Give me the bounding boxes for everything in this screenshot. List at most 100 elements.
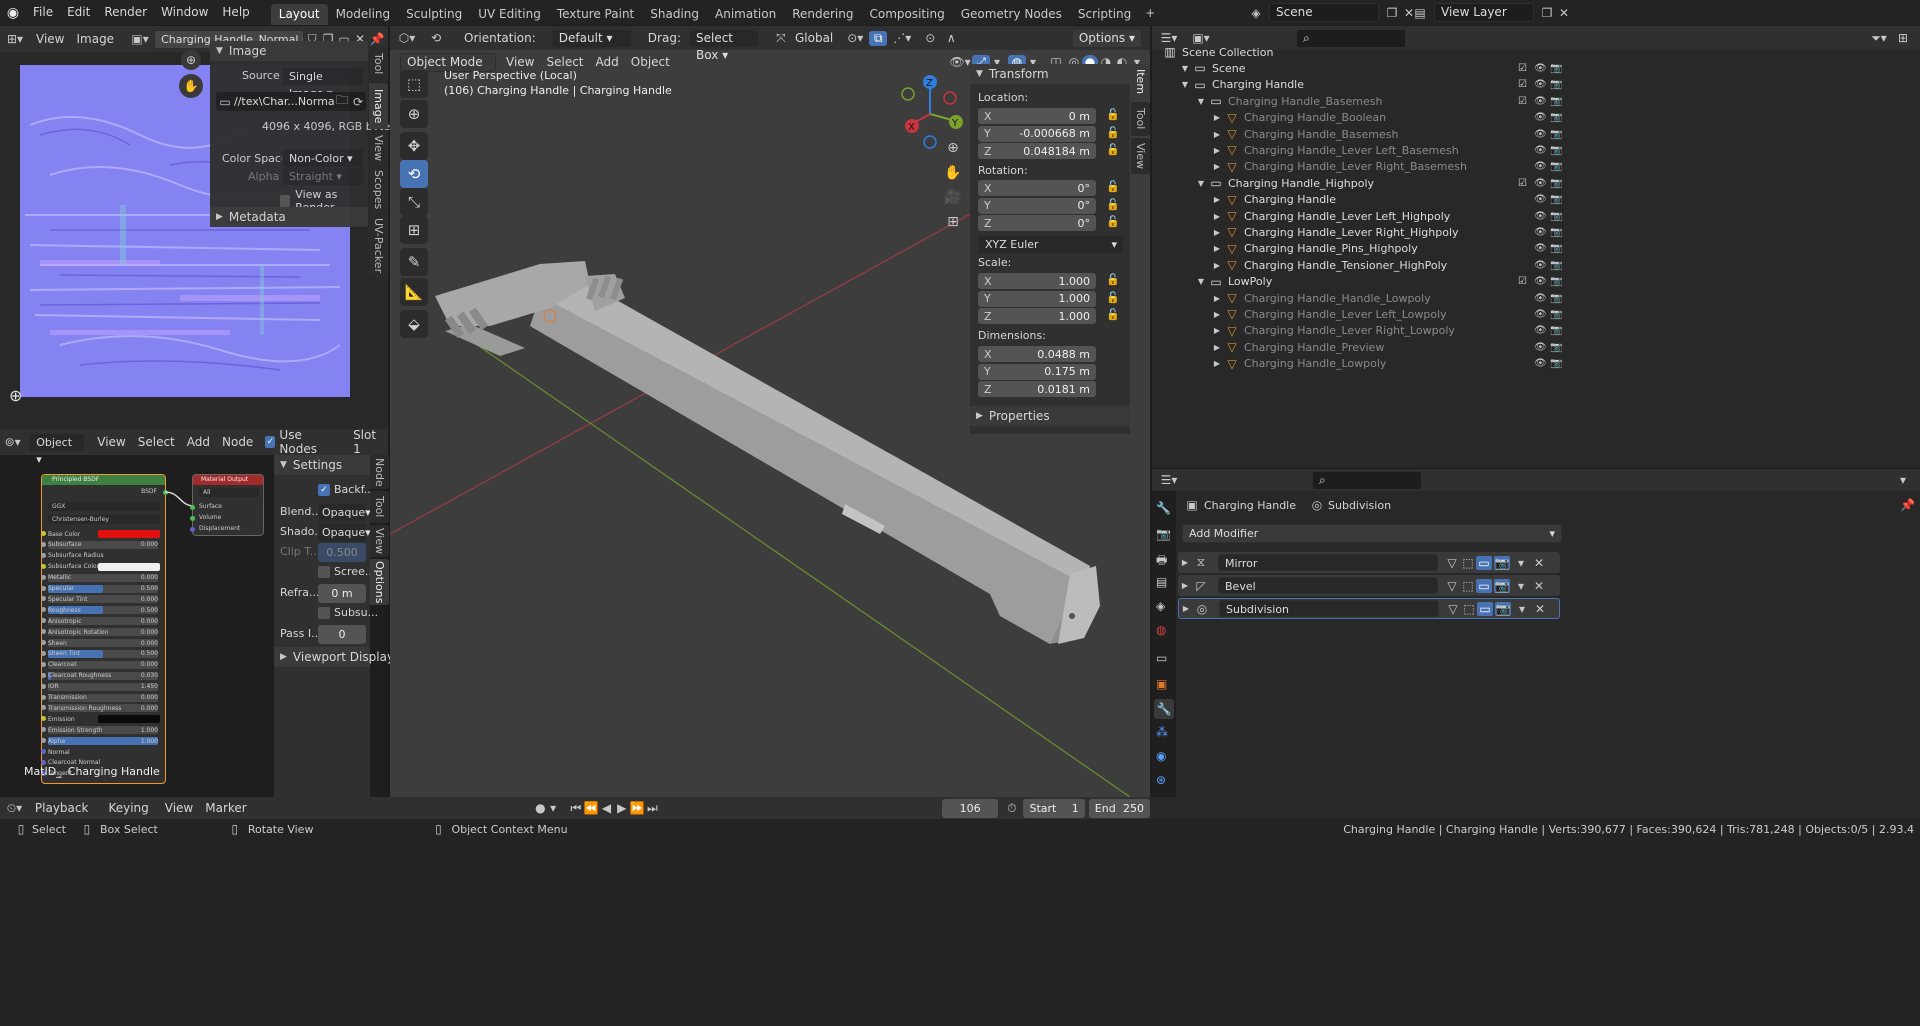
input-color-swatch[interactable] xyxy=(98,562,160,571)
expand-toggle-icon[interactable]: ▶ xyxy=(1210,310,1224,319)
output-tab-icon[interactable]: 🖶 xyxy=(1156,551,1167,572)
copy-scene-icon[interactable]: ❐ xyxy=(1383,6,1401,20)
visibility-eye-icon[interactable]: 👁 xyxy=(1534,227,1547,238)
bsdf-input-row[interactable]: Emission xyxy=(41,714,162,724)
visibility-eye-icon[interactable]: 👁 xyxy=(1534,260,1547,271)
visibility-eye-icon[interactable]: 👁 xyxy=(1534,96,1547,107)
tl-menu-view[interactable]: View xyxy=(159,801,199,815)
autokey-menu-icon[interactable]: ▾ xyxy=(548,801,558,815)
node-type-dropdown[interactable]: Object ▾ xyxy=(29,432,86,466)
input-socket[interactable] xyxy=(41,585,46,591)
expand-toggle-icon[interactable]: ▶ xyxy=(1210,146,1224,155)
input-socket[interactable] xyxy=(41,705,46,711)
rotation-mode-dropdown[interactable]: XYZ Euler ▾ xyxy=(978,235,1124,254)
ne-tab-node[interactable]: Node xyxy=(370,455,389,489)
ie-tab-scopes[interactable]: Scopes xyxy=(369,167,388,213)
input-socket[interactable] xyxy=(41,640,46,645)
workspace-tab-animation[interactable]: Animation xyxy=(707,4,784,25)
transform-field-z[interactable]: Z 0° xyxy=(978,215,1096,231)
bsdf-input-row[interactable]: Subsurface 0.000 xyxy=(41,540,162,550)
add-workspace-icon[interactable]: + xyxy=(1145,6,1155,20)
properties-pin-icon[interactable]: 📌 xyxy=(1900,498,1915,512)
ne-tab-options[interactable]: Options xyxy=(370,559,389,605)
current-frame-field[interactable]: 106 xyxy=(942,798,999,818)
input-socket[interactable] xyxy=(41,650,46,656)
reload-icon[interactable]: ⟳ xyxy=(350,95,366,109)
visibility-eye-icon[interactable]: 👁 xyxy=(1534,112,1547,123)
exclude-checkbox-icon[interactable]: ☑ xyxy=(1518,63,1527,74)
input-color-swatch[interactable] xyxy=(98,530,160,538)
bsdf-input-row[interactable]: Transmission Roughness 0.000 xyxy=(41,703,162,713)
view-layer-icon[interactable]: ▤ xyxy=(1410,6,1430,20)
modifier-expand-icon[interactable]: ▶ xyxy=(1178,558,1192,567)
lock-icon[interactable]: 🔓 xyxy=(1106,198,1120,211)
expand-toggle-icon[interactable]: ▼ xyxy=(1194,179,1208,188)
pin-icon[interactable]: 📌 xyxy=(368,32,386,46)
bsdf-input-row[interactable]: IOR 1.450 xyxy=(41,682,162,692)
render-camera-icon[interactable]: 📷 xyxy=(1550,325,1562,336)
modifier-menu-icon[interactable]: ▾ xyxy=(1514,579,1528,593)
ne-menu-view[interactable]: View xyxy=(91,435,131,449)
ie-menu-view[interactable]: View xyxy=(30,32,70,46)
ne-menu-select[interactable]: Select xyxy=(132,435,181,449)
timeline-editor-type-icon[interactable]: ⏲▾ xyxy=(0,801,29,816)
screen-row[interactable]: Scree... xyxy=(318,565,375,578)
edit-mode-toggle-icon[interactable]: ▽ xyxy=(1444,579,1460,593)
transform-field-x[interactable]: X 1.000 xyxy=(978,273,1096,289)
edit-mode-toggle-icon[interactable]: ▽ xyxy=(1445,602,1461,616)
modifier-name-field[interactable]: Bevel xyxy=(1218,577,1438,594)
ie-tab-image[interactable]: Image xyxy=(369,83,388,129)
lock-icon[interactable]: 🔓 xyxy=(1106,180,1120,193)
transform-field-z[interactable]: Z 1.000 xyxy=(978,308,1096,324)
render-camera-icon[interactable]: 📷 xyxy=(1550,260,1562,271)
bsdf-input-row[interactable]: Clearcoat 0.000 xyxy=(41,660,162,670)
bsdf-input-row[interactable]: Metallic 0.000 xyxy=(41,573,162,583)
tool-tab-icon[interactable]: 🔧 xyxy=(1156,501,1171,515)
input-socket[interactable] xyxy=(41,694,46,700)
visibility-eye-icon[interactable]: 👁 xyxy=(1534,325,1547,336)
start-frame-field[interactable]: Start 1 xyxy=(1023,798,1085,818)
use-nodes-checkbox[interactable]: ✓ xyxy=(265,436,276,448)
modifier-expand-icon[interactable]: ▶ xyxy=(1179,604,1193,613)
expand-toggle-icon[interactable]: ▶ xyxy=(1210,244,1224,253)
copy-layer-icon[interactable]: ❐ xyxy=(1538,6,1556,20)
render-camera-icon[interactable]: 📷 xyxy=(1550,194,1562,205)
object-tab-icon[interactable]: ▣ xyxy=(1156,677,1167,691)
folder-icon[interactable]: 🗀 xyxy=(334,91,350,112)
render-camera-icon[interactable]: 📷 xyxy=(1550,293,1562,304)
modifier-name-field[interactable]: Mirror xyxy=(1218,554,1438,571)
menu-window[interactable]: Window xyxy=(154,0,215,25)
preview-range-icon[interactable]: ⏱ xyxy=(1004,801,1019,816)
expand-toggle-icon[interactable]: ▶ xyxy=(1210,359,1224,368)
input-socket[interactable] xyxy=(41,683,46,689)
clip-threshold-field[interactable]: 0.500 xyxy=(318,543,366,562)
menu-file[interactable]: File xyxy=(26,0,60,25)
expand-toggle-icon[interactable]: ▶ xyxy=(1210,130,1224,139)
exclude-checkbox-icon[interactable]: ☑ xyxy=(1518,96,1527,107)
render-toggle-icon[interactable]: 📷 xyxy=(1494,555,1510,570)
visibility-eye-icon[interactable]: 👁 xyxy=(1534,145,1547,156)
workspace-tab-rendering[interactable]: Rendering xyxy=(784,4,861,25)
lock-icon[interactable]: 🔓 xyxy=(1106,143,1120,156)
settings-header[interactable]: ▼ Settings xyxy=(274,455,370,475)
modifier-mirror[interactable]: ▶ ⧖ Mirror ▽ ⬚ ▭ 📷 ▾ ✕ xyxy=(1178,552,1560,573)
workspace-tab-sculpting[interactable]: Sculpting xyxy=(398,4,470,25)
perspective-toggle-icon[interactable]: ⊞ xyxy=(943,212,963,232)
ne-menu-node[interactable]: Node xyxy=(216,435,259,449)
view-layer-field[interactable]: View Layer xyxy=(1434,3,1534,22)
cage-toggle-icon[interactable]: ⬚ xyxy=(1461,602,1477,616)
visibility-eye-icon[interactable]: 👁 xyxy=(1534,79,1547,90)
modifier-tab-icon[interactable]: 🔧 xyxy=(1154,699,1174,719)
outliner-row[interactable]: ▶ ▽ Charging Handle_Lowpoly 👁 📷 xyxy=(1210,354,1912,374)
expand-toggle-icon[interactable]: ▶ xyxy=(1210,228,1224,237)
render-camera-icon[interactable]: 📷 xyxy=(1550,79,1562,90)
render-camera-icon[interactable]: 📷 xyxy=(1550,129,1562,140)
zoom-icon[interactable]: ⊕ xyxy=(181,50,201,70)
bsdf-input-row[interactable]: Specular Tint 0.000 xyxy=(41,594,162,604)
bsdf-input-row[interactable]: Roughness 0.500 xyxy=(41,605,162,615)
expand-toggle-icon[interactable]: ▶ xyxy=(1210,343,1224,352)
bsdf-input-row[interactable]: Normal xyxy=(41,747,162,757)
visibility-eye-icon[interactable]: 👁 xyxy=(1534,211,1547,222)
render-camera-icon[interactable]: 📷 xyxy=(1550,342,1562,353)
modifier-subdivision[interactable]: ▶ ◎ Subdivision ▽ ⬚ ▭ 📷 ▾ ✕ xyxy=(1178,598,1560,619)
